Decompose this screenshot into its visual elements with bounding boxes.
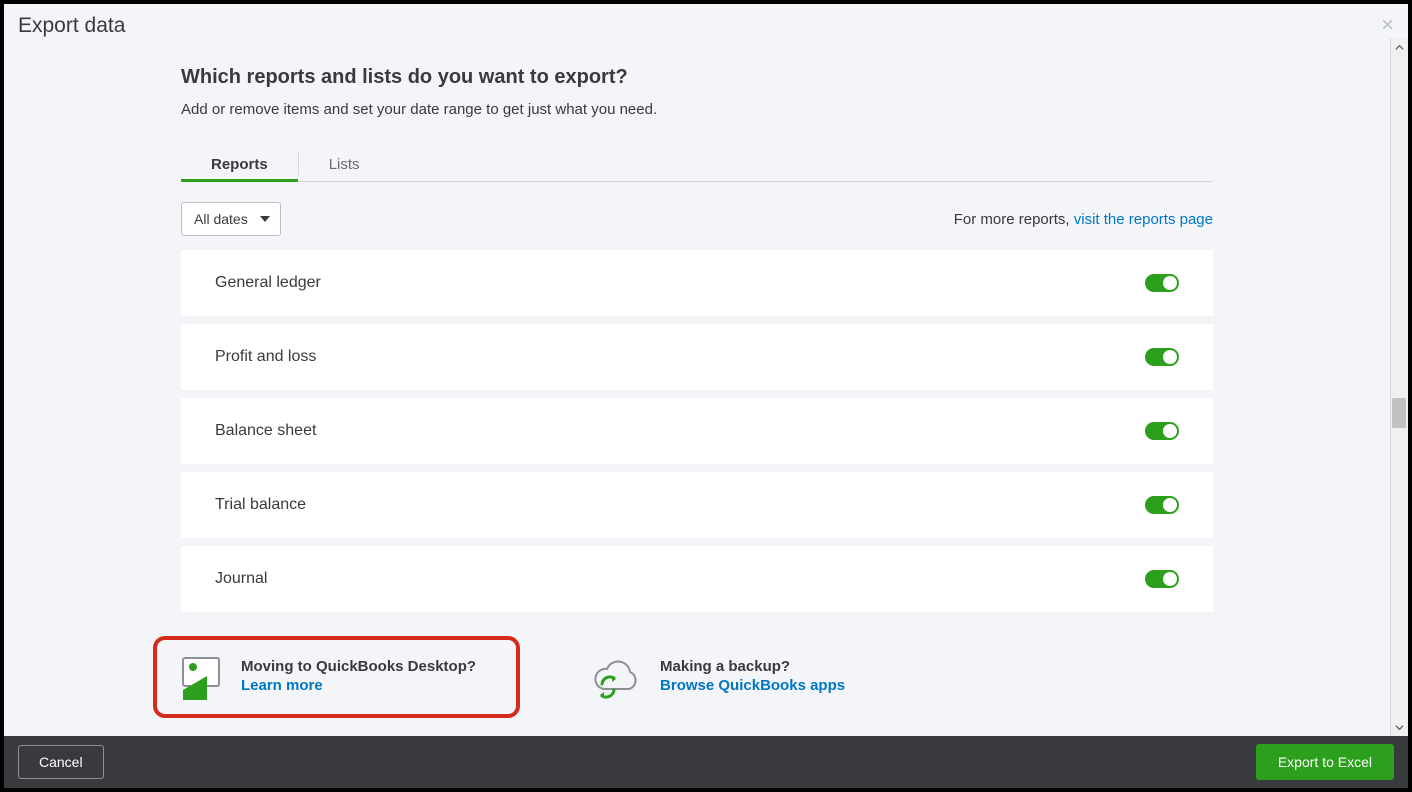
report-label: Balance sheet: [215, 422, 316, 440]
toggle-journal[interactable]: [1145, 570, 1179, 588]
report-row-journal: Journal: [181, 546, 1213, 612]
cancel-button[interactable]: Cancel: [18, 745, 104, 779]
cloud-refresh-icon: [580, 654, 644, 700]
toggle-trial-balance[interactable]: [1145, 496, 1179, 514]
controls-row: All dates For more reports, visit the re…: [181, 202, 1213, 236]
tab-lists[interactable]: Lists: [299, 146, 390, 181]
dialog-footer: Cancel Export to Excel: [4, 736, 1408, 788]
report-row-profit-and-loss: Profit and loss: [181, 324, 1213, 390]
visit-reports-page-link[interactable]: visit the reports page: [1074, 211, 1213, 228]
caret-down-icon: [260, 216, 270, 222]
report-label: Profit and loss: [215, 348, 316, 366]
report-label: Trial balance: [215, 496, 306, 514]
scroll-down-arrow-icon[interactable]: [1391, 718, 1408, 736]
report-row-balance-sheet: Balance sheet: [181, 398, 1213, 464]
report-row-trial-balance: Trial balance: [181, 472, 1213, 538]
titlebar: Export data ×: [4, 4, 1408, 38]
tabs: Reports Lists: [181, 146, 1213, 182]
promo-moving-to-desktop: Moving to QuickBooks Desktop? Learn more: [153, 636, 520, 718]
report-label: Journal: [215, 570, 267, 588]
report-label: General ledger: [215, 274, 321, 292]
content: Which reports and lists do you want to e…: [4, 38, 1390, 736]
toggle-profit-and-loss[interactable]: [1145, 348, 1179, 366]
date-range-value: All dates: [194, 211, 248, 227]
promo-row: Moving to QuickBooks Desktop? Learn more…: [153, 636, 1213, 736]
learn-more-link[interactable]: Learn more: [241, 677, 323, 694]
image-icon: [177, 654, 225, 700]
subheading: Add or remove items and set your date ra…: [181, 101, 1213, 118]
browse-apps-link[interactable]: Browse QuickBooks apps: [660, 677, 845, 694]
report-list: General ledger Profit and loss Balance s…: [181, 250, 1213, 612]
report-row-general-ledger: General ledger: [181, 250, 1213, 316]
dialog-title: Export data: [18, 14, 125, 38]
promo-title: Moving to QuickBooks Desktop?: [241, 658, 476, 675]
promo-title: Making a backup?: [660, 658, 845, 675]
close-icon[interactable]: ×: [1381, 14, 1394, 36]
promo-making-backup: Making a backup? Browse QuickBooks apps: [560, 636, 885, 718]
vertical-scrollbar[interactable]: [1390, 38, 1408, 736]
date-range-select[interactable]: All dates: [181, 202, 281, 236]
scroll-area: Which reports and lists do you want to e…: [4, 38, 1408, 736]
tab-reports[interactable]: Reports: [181, 146, 298, 181]
more-reports-text: For more reports, visit the reports page: [954, 211, 1213, 228]
scroll-up-arrow-icon[interactable]: [1391, 38, 1408, 56]
toggle-balance-sheet[interactable]: [1145, 422, 1179, 440]
heading: Which reports and lists do you want to e…: [181, 66, 1213, 89]
export-data-dialog: Export data × Which reports and lists do…: [4, 4, 1408, 788]
scrollbar-thumb[interactable]: [1392, 398, 1406, 428]
export-to-excel-button[interactable]: Export to Excel: [1256, 744, 1394, 780]
toggle-general-ledger[interactable]: [1145, 274, 1179, 292]
